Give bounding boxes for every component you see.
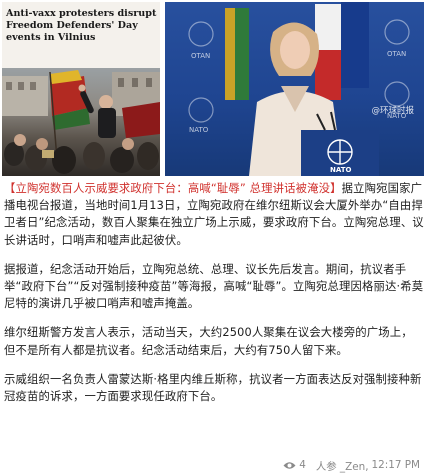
photo-watermark: @环球时报 — [371, 106, 414, 116]
views-count: 4 — [299, 459, 306, 471]
paragraph-2: 据报道，纪念活动开始后，立陶宛总统、总理、议长先后发言。期间，抗议者手举“政府下… — [4, 261, 424, 311]
article-body: 【立陶宛数百人示威要求政府下台：高喊“耻辱” 总理讲话被淹没】据立陶宛国家广播电… — [4, 180, 424, 405]
nato-press-photo[interactable]: OTAN NATO OTAN NATO NATO @环球时报 — [165, 2, 424, 176]
post-container: Anti-vaxx protesters disrupt Freedom Def… — [0, 0, 426, 474]
svg-text:NATO: NATO — [330, 166, 352, 174]
post-meta: 4 人参 _Zen, 12:17 PM — [283, 458, 420, 473]
svg-text:OTAN: OTAN — [191, 52, 210, 60]
post-time: 12:17 PM — [371, 459, 420, 471]
paragraph-4: 示威组织一名负责人雷蒙达斯·格里内维丘斯称，抗议者一方面表达反对强制接种新冠疫苗… — [4, 371, 422, 404]
author-name[interactable]: 人参 _Zen, — [316, 458, 369, 473]
news-screenshot-image[interactable]: Anti-vaxx protesters disrupt Freedom Def… — [2, 2, 160, 176]
nato-press-illustration: OTAN NATO OTAN NATO NATO — [188, 2, 410, 176]
protest-photo — [2, 68, 160, 176]
news-headline: Anti-vaxx protesters disrupt Freedom Def… — [6, 8, 157, 43]
eye-icon — [283, 461, 296, 470]
image-strip: Anti-vaxx protesters disrupt Freedom Def… — [0, 0, 426, 178]
svg-text:OTAN: OTAN — [387, 50, 406, 58]
paragraph-3: 维尔纽斯警方发言人表示，活动当天，大约2500人聚集在议会大楼旁的广场上，但不是… — [4, 325, 413, 357]
svg-text:NATO: NATO — [189, 126, 209, 134]
lead-paragraph: 【立陶宛数百人示威要求政府下台：高喊“耻辱” 总理讲话被淹没】据立陶宛国家广播电… — [4, 180, 424, 249]
protest-scene-illustration — [2, 70, 160, 174]
lead-title: 【立陶宛数百人示威要求政府下台：高喊“耻辱” 总理讲话被淹没】 — [4, 181, 342, 195]
